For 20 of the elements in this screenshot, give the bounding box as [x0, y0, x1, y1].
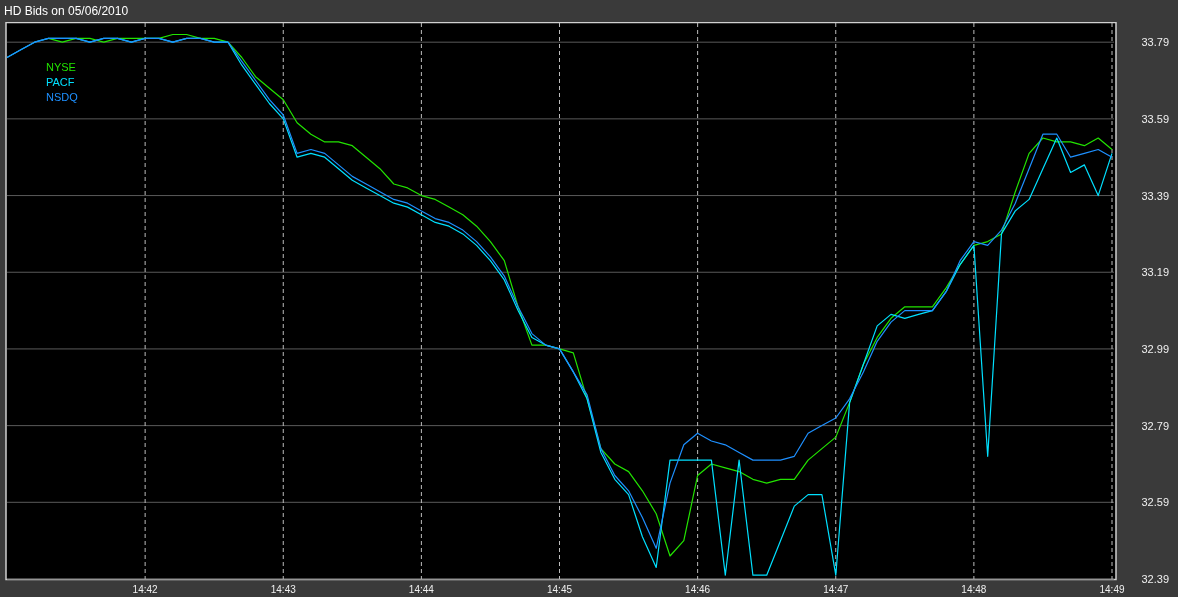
y-axis-label: 33.39 — [1141, 189, 1169, 202]
y-axis-label: 32.79 — [1141, 419, 1169, 432]
y-axis-label: 32.39 — [1141, 573, 1169, 585]
window-title: HD Bids on 05/06/2010 — [3, 3, 129, 20]
x-axis-label: 14:45 — [547, 584, 572, 595]
legend-label: NYSE — [46, 61, 76, 73]
x-axis-label: 14:48 — [961, 584, 987, 595]
y-axis-label: 33.19 — [1141, 266, 1169, 279]
x-axis-label: 14:43 — [270, 584, 296, 595]
y-axis-label: 32.99 — [1141, 342, 1169, 355]
y-axis-label: 32.59 — [1141, 496, 1169, 509]
y-axis-label: 33.59 — [1141, 112, 1169, 125]
legend-label: NSDQ — [46, 91, 78, 103]
x-axis-label: 14:46 — [685, 584, 711, 595]
x-axis-label: 14:49 — [1099, 584, 1125, 595]
y-axis-label: 33.79 — [1141, 36, 1169, 49]
x-axis-label: 14:47 — [823, 584, 849, 595]
x-axis-label: 14:42 — [132, 584, 158, 595]
x-axis-label: 14:44 — [408, 584, 434, 595]
legend-label: PACF — [46, 76, 75, 88]
